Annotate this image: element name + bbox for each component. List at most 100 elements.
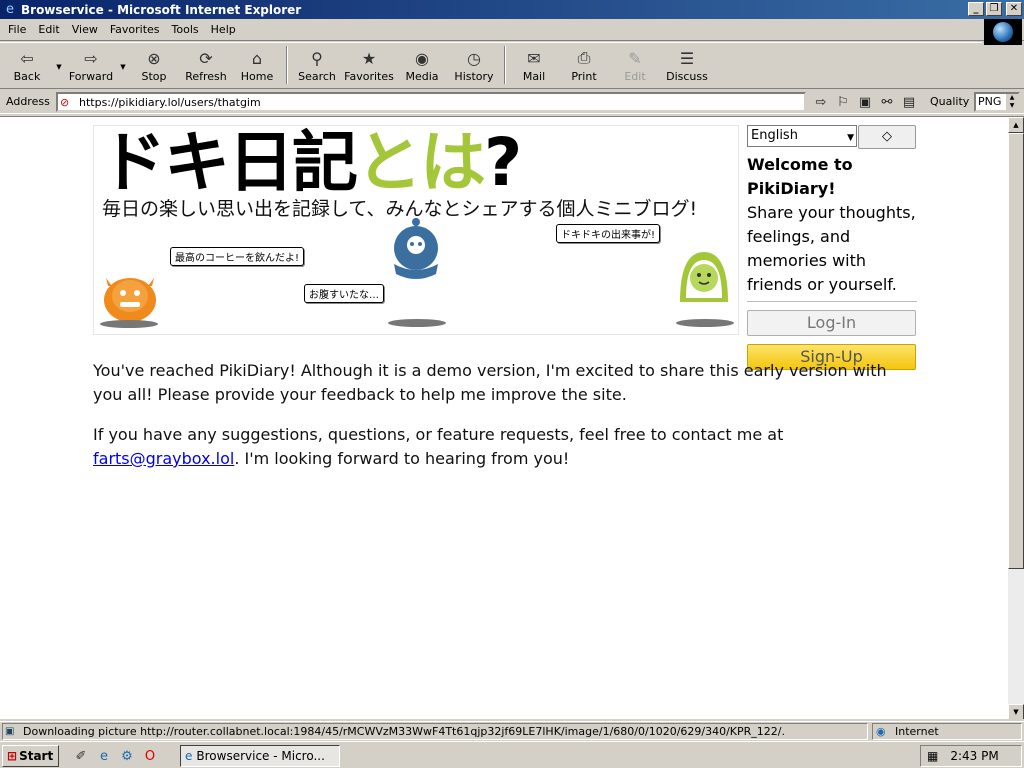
- task-label: Browservice - Micro...: [196, 749, 325, 763]
- discuss-label: Discuss: [666, 70, 708, 83]
- insecure-lock-icon: ⊘: [60, 95, 70, 109]
- printer-icon: ⎙: [577, 48, 591, 67]
- back-dropdown[interactable]: ▼: [54, 43, 64, 87]
- mail-label: Mail: [522, 70, 546, 83]
- address-tools: ⇨ ⚐ ▣ ⚯ ▤: [812, 93, 918, 111]
- home-label: Home: [240, 70, 274, 83]
- clipboard-icon[interactable]: ▤: [900, 93, 918, 111]
- contact-text-after: . I'm looking forward to hearing from yo…: [234, 449, 570, 468]
- edit-button[interactable]: ✎ Edit: [610, 43, 660, 87]
- windows-flag-icon: ⊞: [7, 749, 18, 763]
- quality-value: PNG: [978, 95, 1002, 108]
- edit-icon: ✎: [628, 48, 642, 68]
- taskbar-window-button[interactable]: e Browservice - Micro...: [180, 745, 340, 767]
- logo-text-green: とは: [356, 125, 486, 201]
- print-button[interactable]: ⎙ Print: [558, 43, 610, 87]
- forward-arrow-icon: ⇨: [84, 48, 98, 68]
- toolbar-separator: [286, 46, 288, 84]
- ie-logo-icon: e: [6, 2, 14, 17]
- contact-paragraph: If you have any suggestions, questions, …: [93, 423, 893, 471]
- welcome-box: Welcome to PikiDiary! Share your thought…: [747, 153, 917, 297]
- character-shadow: [100, 320, 158, 328]
- blue-mascot-icon: [394, 218, 438, 279]
- toolbar: ⇦ Back ▼ ⇨ Forward ▼ ⊗ Stop ⟳ Refresh ⌂ …: [0, 42, 982, 88]
- history-button[interactable]: ◷ History: [448, 43, 500, 87]
- site-logo: ドキ日記とは?: [100, 125, 522, 201]
- stop-label: Stop: [141, 70, 167, 83]
- tagline: 毎日の楽しい思い出を記録して、みんなとシェアする個人ミニブログ!: [102, 198, 698, 220]
- security-zone: ◉ Internet: [872, 723, 1022, 740]
- menu-favorites[interactable]: Favorites: [104, 23, 166, 36]
- vertical-scrollbar[interactable]: ▲ ▼: [1008, 117, 1024, 719]
- character-shadow: [388, 319, 446, 327]
- scroll-down-icon[interactable]: ▼: [1008, 704, 1024, 719]
- ie-task-icon: e: [185, 749, 193, 763]
- forward-label: Forward: [68, 70, 114, 83]
- globe-icon: [993, 22, 1013, 42]
- media-icon: ◉: [415, 48, 429, 68]
- status-bar: ▣ Downloading picture http://router.coll…: [0, 721, 1024, 740]
- side-divider: [747, 301, 917, 302]
- language-select[interactable]: English ▼: [747, 125, 857, 147]
- page-viewport: ドキ日記とは? 毎日の楽しい思い出を記録して、みんなとシェアする個人ミニブログ!…: [0, 116, 1024, 719]
- network-icon[interactable]: ⚙: [118, 747, 136, 765]
- menu-help[interactable]: Help: [205, 23, 242, 36]
- window-controls: _ ❐ ✕: [968, 2, 1022, 16]
- mail-button[interactable]: ✉ Mail: [510, 43, 558, 87]
- scroll-thumb[interactable]: [1008, 133, 1024, 569]
- back-label: Back: [13, 70, 41, 83]
- tray-network-icon[interactable]: ▦: [927, 749, 938, 763]
- welcome-text: Share your thoughts, feelings, and memor…: [747, 203, 916, 294]
- contact-text-before: If you have any suggestions, questions, …: [93, 425, 784, 444]
- address-field[interactable]: ⊘: [56, 92, 806, 112]
- search-button[interactable]: ⚲ Search: [292, 43, 342, 87]
- search-label: Search: [298, 70, 336, 83]
- title-bar: e Browservice - Microsoft Internet Explo…: [0, 0, 1024, 19]
- forward-button[interactable]: ⇨ Forward: [64, 43, 118, 87]
- login-button[interactable]: Log-In: [747, 310, 916, 336]
- status-text: Downloading picture http://router.collab…: [23, 725, 785, 738]
- find-binoculars-icon[interactable]: ⚯: [878, 93, 896, 111]
- menu-edit[interactable]: Edit: [32, 23, 65, 36]
- edit-label: Edit: [624, 70, 646, 83]
- language-value: English: [751, 128, 798, 143]
- bookmark-icon[interactable]: ⚐: [834, 93, 852, 111]
- mail-icon: ✉: [527, 48, 541, 68]
- quality-select[interactable]: PNG ▲ ▼: [974, 92, 1020, 112]
- orange-mascot-icon: [104, 278, 156, 322]
- close-button[interactable]: ✕: [1006, 2, 1022, 16]
- back-button[interactable]: ⇦ Back: [0, 43, 54, 87]
- ie-quicklaunch-icon[interactable]: e: [95, 747, 113, 765]
- contact-email-link[interactable]: farts@graybox.lol: [93, 449, 234, 468]
- start-button[interactable]: ⊞ Start: [2, 745, 59, 767]
- logo-text-black: ドキ日記: [100, 125, 358, 201]
- home-button[interactable]: ⌂ Home: [232, 43, 282, 87]
- menu-bar: File Edit View Favorites Tools Help: [0, 19, 1024, 41]
- maximize-button[interactable]: ❐: [986, 2, 1002, 16]
- media-button[interactable]: ◉ Media: [396, 43, 448, 87]
- menu-view[interactable]: View: [66, 23, 104, 36]
- menu-file[interactable]: File: [0, 23, 32, 36]
- minimize-button[interactable]: _: [968, 2, 984, 16]
- side-panel: English ▼ ◇ Welcome to PikiDiary! Share …: [747, 125, 917, 370]
- diamond-button[interactable]: ◇: [858, 125, 916, 149]
- menu-tools[interactable]: Tools: [166, 23, 205, 36]
- show-desktop-icon[interactable]: ✐: [72, 747, 90, 765]
- go-arrow-icon[interactable]: ⇨: [812, 93, 830, 111]
- refresh-button[interactable]: ⟳ Refresh: [180, 43, 232, 87]
- download-page-icon: ▣: [5, 726, 15, 737]
- speech-bubble-hungry: お腹すいたな…: [304, 284, 384, 303]
- discuss-button[interactable]: ☰ Discuss: [660, 43, 714, 87]
- internet-globe-icon: ◉: [876, 725, 886, 738]
- url-input[interactable]: [79, 95, 779, 109]
- stop-button[interactable]: ⊗ Stop: [128, 43, 180, 87]
- address-label: Address: [6, 94, 50, 108]
- scroll-up-icon[interactable]: ▲: [1008, 117, 1024, 133]
- favorites-icon: ★: [361, 48, 377, 68]
- favorites-button[interactable]: ★ Favorites: [342, 43, 396, 87]
- opera-icon[interactable]: O: [141, 747, 159, 765]
- zoom-icon[interactable]: ▣: [856, 93, 874, 111]
- quality-spinner-icon[interactable]: ▲ ▼: [1006, 94, 1018, 110]
- forward-dropdown[interactable]: ▼: [118, 43, 128, 87]
- speech-bubble-excited: ドキドキの出来事が!: [556, 224, 661, 243]
